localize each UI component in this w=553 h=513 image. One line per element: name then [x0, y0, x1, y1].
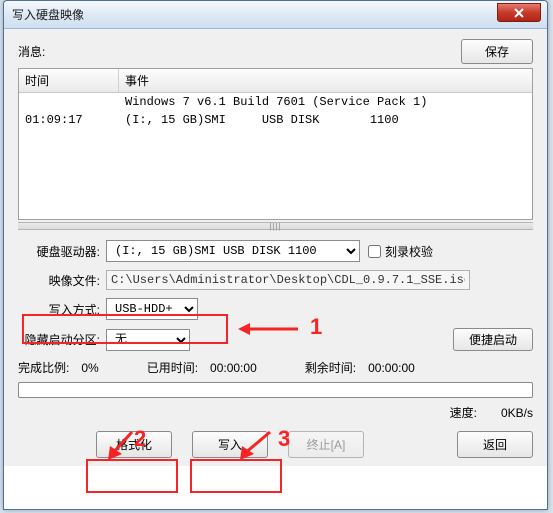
quick-boot-button[interactable]: 便捷启动 [453, 328, 533, 351]
elapsed-value: 00:00:00 [210, 361, 257, 375]
close-button[interactable] [497, 3, 541, 22]
log-event-cell: Windows 7 v6.1 Build 7601 (Service Pack … [119, 93, 532, 111]
write-mode-label: 写入方式: [18, 301, 106, 318]
remain-value: 00:00:00 [368, 361, 415, 375]
ratio-value: 0% [81, 361, 98, 375]
log-time-cell [19, 93, 119, 111]
log-body[interactable]: Windows 7 v6.1 Build 7601 (Service Pack … [19, 93, 532, 219]
burn-check[interactable]: 刻录校验 [368, 243, 433, 260]
window-title: 写入硬盘映像 [12, 6, 84, 23]
ratio-label: 完成比例: [18, 359, 69, 376]
log-event-cell: (I:, 15 GB)SMI USB DISK 1100 [119, 111, 532, 129]
hide-boot-select[interactable]: 无 [106, 329, 190, 351]
hide-boot-label: 隐藏启动分区: [18, 331, 106, 348]
grip-icon: |||| [269, 222, 281, 231]
write-mode-select[interactable]: USB-HDD+ [106, 298, 198, 320]
drive-select[interactable]: (I:, 15 GB)SMI USB DISK 1100 [106, 240, 360, 262]
log-row: Windows 7 v6.1 Build 7601 (Service Pack … [19, 93, 532, 111]
stop-button: 终止[A] [288, 431, 364, 458]
speed-label: 速度: [450, 404, 477, 421]
elapsed-label: 已用时间: [147, 359, 198, 376]
log-col-event[interactable]: 事件 [119, 69, 532, 92]
log-col-time[interactable]: 时间 [19, 69, 119, 92]
image-label: 映像文件: [18, 272, 106, 289]
remain-label: 剩余时间: [305, 359, 356, 376]
info-label: 消息: [18, 43, 45, 60]
format-button[interactable]: 格式化 [96, 431, 172, 458]
image-path-field[interactable] [106, 270, 470, 290]
burn-check-label: 刻录校验 [385, 243, 433, 260]
log-panel: 时间 事件 Windows 7 v6.1 Build 7601 (Service… [18, 68, 533, 220]
progress-bar [18, 382, 533, 398]
return-button[interactable]: 返回 [457, 431, 533, 458]
drive-label: 硬盘驱动器: [18, 243, 106, 260]
log-row: 01:09:17 (I:, 15 GB)SMI USB DISK 1100 [19, 111, 532, 129]
speed-value: 0KB/s [501, 406, 533, 420]
write-button[interactable]: 写入 [192, 431, 268, 458]
splitter[interactable]: |||| [18, 222, 533, 230]
save-button[interactable]: 保存 [461, 39, 533, 64]
close-icon [514, 8, 524, 18]
titlebar: 写入硬盘映像 [4, 1, 547, 29]
burn-check-box[interactable] [368, 245, 381, 258]
log-time-cell: 01:09:17 [19, 111, 119, 129]
